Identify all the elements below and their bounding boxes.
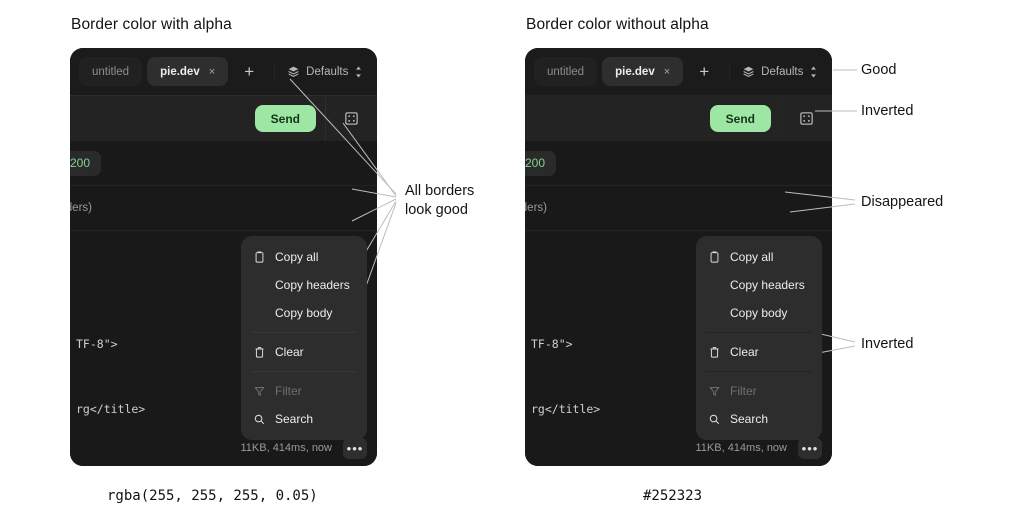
search-icon	[253, 414, 266, 425]
response-zone: 200 eaders) TF-8"> rg</title> s://fonts.…	[70, 141, 377, 466]
menu-item-clear[interactable]: Clear	[696, 338, 822, 366]
menu-item-label: Copy body	[275, 306, 333, 320]
annotation-inverted-bottom: Inverted	[861, 336, 914, 352]
grid-button-slot	[325, 95, 377, 142]
menu-item-copy-body[interactable]: Copy body	[241, 299, 367, 327]
environment-label: Defaults	[306, 65, 349, 78]
tab-label: untitled	[92, 65, 130, 78]
menu-item-label: Copy all	[730, 250, 774, 264]
menu-item-clear[interactable]: Clear	[241, 338, 367, 366]
annotation-disappeared: Disappeared	[861, 194, 944, 210]
menu-item-label: Copy all	[275, 250, 319, 264]
funnel-icon	[708, 386, 721, 397]
menu-item-search[interactable]: Search	[241, 405, 367, 433]
menu-separator-2	[706, 371, 812, 372]
keypad-icon[interactable]	[339, 106, 365, 132]
menu-item-copy-all[interactable]: Copy all	[241, 243, 367, 271]
annotation-center: All borders look good	[405, 183, 475, 218]
headers-row[interactable]: eaders)	[70, 186, 377, 230]
menu-item-copy-all[interactable]: Copy all	[696, 243, 822, 271]
menu-item-label: Copy headers	[275, 278, 350, 292]
menu-item-label: Search	[730, 412, 769, 426]
response-divider-2	[70, 230, 377, 231]
status-row: 200	[525, 141, 832, 185]
response-meta: 11KB, 414ms, now	[695, 442, 787, 454]
layers-icon	[287, 65, 300, 78]
menu-item-copy-headers[interactable]: Copy headers	[241, 271, 367, 299]
request-bar: Send	[525, 95, 832, 142]
menu-item-label: Copy body	[730, 306, 788, 320]
menu-item-search[interactable]: Search	[696, 405, 822, 433]
tab-piedev[interactable]: pie.dev ×	[602, 57, 684, 86]
new-tab-button[interactable]: +	[691, 59, 717, 85]
menu-tail	[803, 439, 817, 446]
tab-untitled[interactable]: untitled	[79, 57, 143, 86]
send-button[interactable]: Send	[709, 105, 771, 132]
environment-selector[interactable]: Defaults	[287, 65, 363, 78]
menu-item-label: Filter	[730, 384, 757, 398]
app-window-alpha: untitled pie.dev × + Defaults Send 200 e…	[70, 48, 377, 466]
app-window-solid: untitled pie.dev × + Defaults Send 200 e…	[525, 48, 832, 466]
tab-label: pie.dev	[160, 65, 200, 78]
right-caption: #252323	[643, 488, 703, 504]
close-icon[interactable]: ×	[209, 66, 215, 78]
response-meta: 11KB, 414ms, now	[240, 442, 332, 454]
menu-item-copy-headers[interactable]: Copy headers	[696, 271, 822, 299]
annotation-good: Good	[861, 62, 897, 78]
screenshot-root: Border color with alpha Border color wit…	[0, 0, 1024, 522]
grid-button-slot	[780, 95, 832, 142]
tab-piedev[interactable]: pie.dev ×	[147, 57, 229, 86]
chevron-updown-icon[interactable]	[354, 66, 363, 78]
headers-label: eaders)	[525, 202, 547, 214]
keypad-icon[interactable]	[794, 106, 820, 132]
menu-tail	[348, 439, 362, 446]
response-zone: 200 eaders) TF-8"> rg</title> s://fonts.…	[525, 141, 832, 466]
chevron-updown-icon[interactable]	[809, 66, 818, 78]
menu-item-label: Filter	[275, 384, 302, 398]
menu-item-label: Search	[275, 412, 314, 426]
tab-label: untitled	[547, 65, 585, 78]
new-tab-button[interactable]: +	[236, 59, 262, 85]
tab-label: pie.dev	[615, 65, 655, 78]
clipboard-icon	[708, 251, 721, 263]
left-section-title: Border color with alpha	[71, 16, 232, 33]
left-caption: rgba(255, 255, 255, 0.05)	[107, 488, 318, 504]
menu-item-label: Clear	[275, 345, 304, 359]
context-menu[interactable]: Copy all Copy headers Copy body Clear Fi…	[241, 236, 367, 446]
close-icon[interactable]: ×	[664, 66, 670, 78]
menu-item-label: Copy headers	[730, 278, 805, 292]
headers-label: eaders)	[70, 202, 92, 214]
environment-label: Defaults	[761, 65, 804, 78]
status-badge: 200	[70, 150, 102, 176]
trash-icon	[708, 346, 721, 358]
annotation-inverted-top: Inverted	[861, 103, 914, 119]
toolbar-divider	[274, 61, 276, 82]
context-menu[interactable]: Copy all Copy headers Copy body Clear Fi…	[696, 236, 822, 446]
environment-selector[interactable]: Defaults	[742, 65, 818, 78]
headers-row[interactable]: eaders)	[525, 186, 832, 230]
menu-item-filter: Filter	[241, 377, 367, 405]
menu-item-filter: Filter	[696, 377, 822, 405]
search-icon	[708, 414, 721, 425]
send-button[interactable]: Send	[254, 105, 316, 132]
right-section-title: Border color without alpha	[526, 16, 709, 33]
menu-item-copy-body[interactable]: Copy body	[696, 299, 822, 327]
menu-item-label: Clear	[730, 345, 759, 359]
tab-bar: untitled pie.dev × + Defaults	[70, 48, 377, 95]
tab-untitled[interactable]: untitled	[534, 57, 598, 86]
menu-separator-1	[706, 332, 812, 333]
request-bar: Send	[70, 95, 377, 142]
funnel-icon	[253, 386, 266, 397]
response-divider-2	[525, 230, 832, 231]
menu-separator-1	[251, 332, 357, 333]
menu-separator-2	[251, 371, 357, 372]
clipboard-icon	[253, 251, 266, 263]
toolbar-divider	[729, 61, 731, 82]
layers-icon	[742, 65, 755, 78]
tab-bar: untitled pie.dev × + Defaults	[525, 48, 832, 95]
status-row: 200	[70, 141, 377, 185]
status-badge: 200	[525, 150, 557, 176]
trash-icon	[253, 346, 266, 358]
